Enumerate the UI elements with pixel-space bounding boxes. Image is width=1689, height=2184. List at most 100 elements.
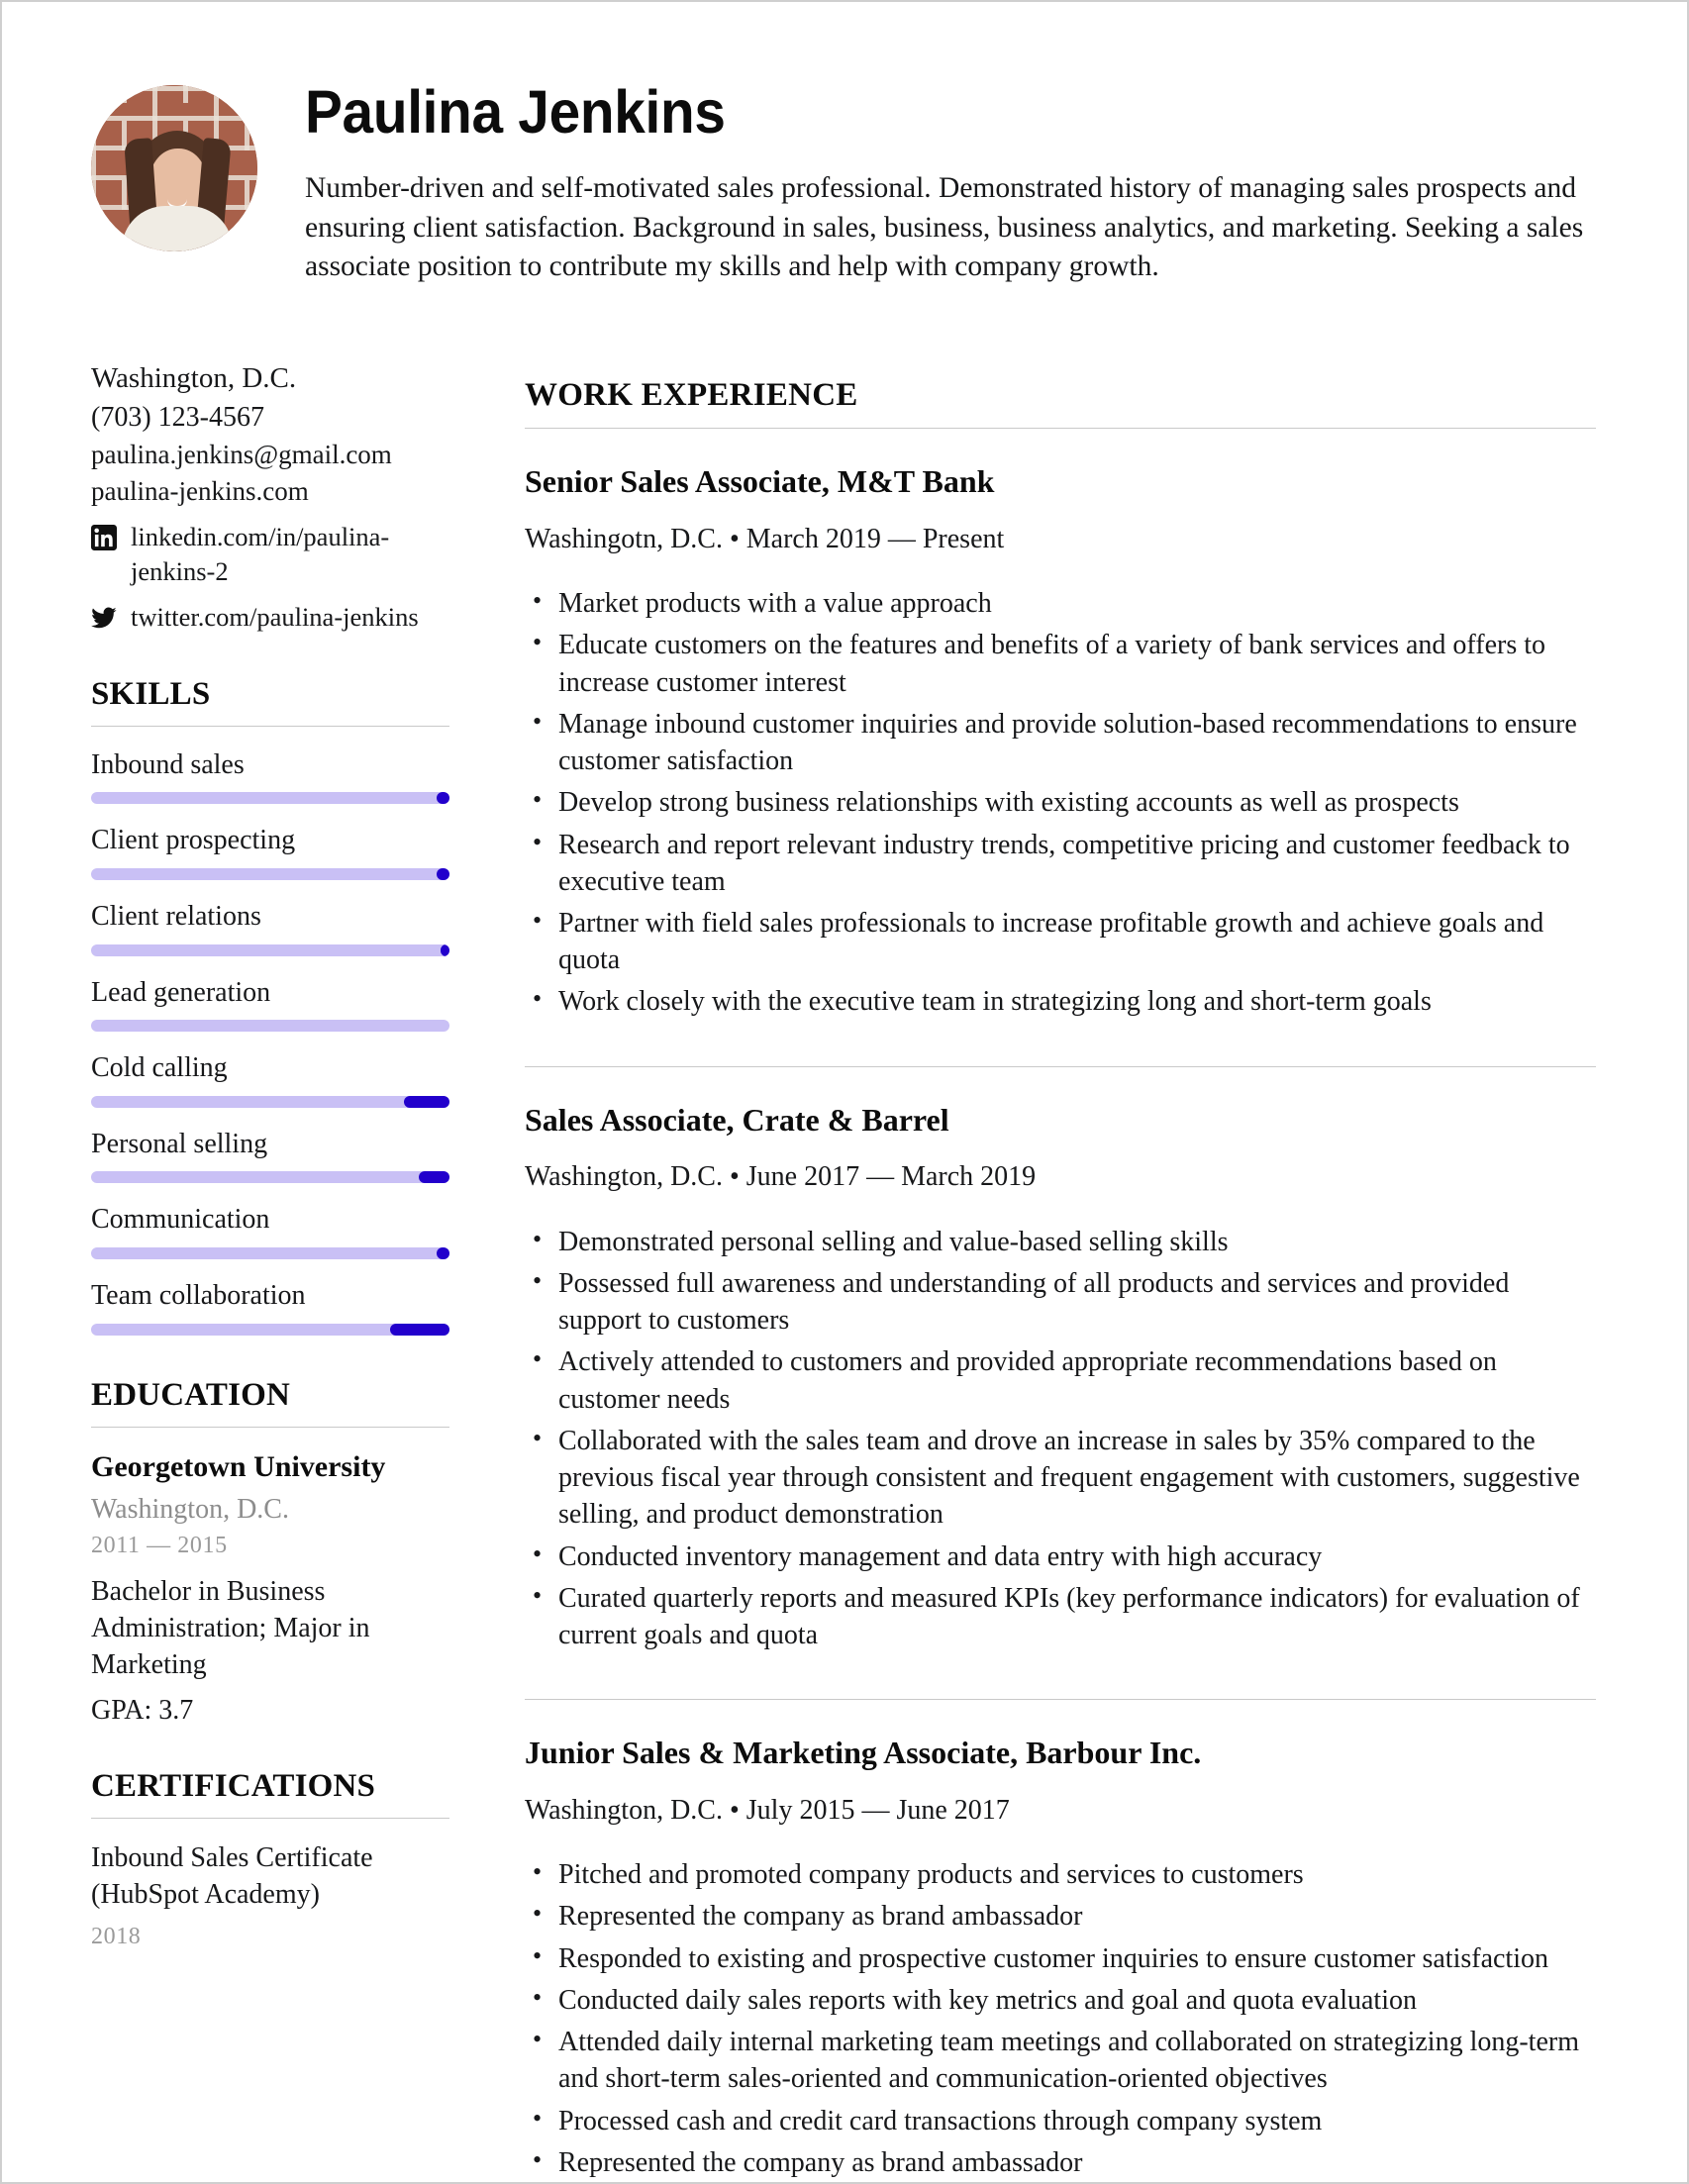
job-title: Sales Associate, Crate & Barrel <box>525 1101 949 1138</box>
job-meta: Washington, D.C. • July 2015 — June 2017 <box>525 1794 1010 1826</box>
job-bullet: Pitched and promoted company products an… <box>525 1855 1596 1893</box>
profile-summary: Number-driven and self-motivated sales p… <box>305 172 1584 282</box>
skills-divider <box>91 725 449 727</box>
skill-item: Client relations <box>91 900 449 956</box>
skill-bar-track <box>91 1171 449 1184</box>
skill-label: Client prospecting <box>91 825 296 856</box>
skill-bar-indicator <box>440 943 449 956</box>
job-entry: Sales Associate, Crate & Barrel Washingto… <box>525 1067 1596 1654</box>
work-section-title: WORK EXPERIENCE <box>525 377 858 414</box>
skill-bar-indicator <box>436 868 449 881</box>
job-title: Junior Sales & Marketing Associate, Barb… <box>525 1735 1202 1771</box>
job-bullet: Collaborated with the sales team and dro… <box>525 1422 1596 1534</box>
job-bullet-list: Demonstrated personal selling and value-… <box>525 1223 1596 1654</box>
skill-bar-track <box>91 792 449 805</box>
resume-body: Washington, D.C. (703) 123-4567 paulina.… <box>91 359 1596 2182</box>
skill-item: Inbound sales <box>91 748 449 805</box>
skill-label: Cold calling <box>91 1052 228 1084</box>
main-content: WORK EXPERIENCE Senior Sales Associate, … <box>525 359 1596 2182</box>
job-bullet: Manage inbound customer inquiries and pr… <box>525 705 1596 779</box>
skill-bar-indicator <box>418 1171 449 1184</box>
job-bullet: Partner with field sales professionals t… <box>525 904 1596 978</box>
social-link-linkedin[interactable]: linkedin.com/in/paulina-jenkins-2 <box>91 520 449 589</box>
job-bullet: Represented the company as brand ambassa… <box>525 1897 1596 1935</box>
social-link-twitter-label: twitter.com/paulina-jenkins <box>131 601 419 632</box>
job-bullet: Conducted inventory management and data … <box>525 1538 1596 1575</box>
skill-label: Team collaboration <box>91 1280 306 1312</box>
skill-label: Lead generation <box>91 976 271 1008</box>
skill-bar-track <box>91 1020 449 1033</box>
skill-label: Client relations <box>91 901 261 933</box>
contact-block: Washington, D.C. (703) 123-4567 paulina.… <box>91 359 449 635</box>
social-link-linkedin-label: linkedin.com/in/paulina-jenkins-2 <box>131 522 390 587</box>
skill-label: Personal selling <box>91 1128 268 1159</box>
skills-section-title: SKILLS <box>91 675 211 712</box>
work-experience-list: Senior Sales Associate, M&T Bank Washingo… <box>525 429 1596 2181</box>
certification-name: Inbound Sales Certificate (HubSpot Acade… <box>91 1842 373 1911</box>
contact-email[interactable]: paulina.jenkins@gmail.com <box>91 437 449 473</box>
job-title: Senior Sales Associate, M&T Bank <box>525 463 995 500</box>
certification-year: 2018 <box>91 1924 142 1950</box>
resume-page: Paulina Jenkins Number-driven and self-m… <box>0 0 1689 2184</box>
skill-bar-track <box>91 943 449 956</box>
contact-website[interactable]: paulina-jenkins.com <box>91 473 449 510</box>
skill-item: Client prospecting <box>91 824 449 881</box>
education-years: 2011 — 2015 <box>91 1533 228 1559</box>
contact-phone[interactable]: (703) 123-4567 <box>91 399 449 437</box>
job-bullet: Actively attended to customers and provi… <box>525 1342 1596 1417</box>
avatar <box>91 85 257 251</box>
job-bullet: Work closely with the executive team in … <box>525 982 1596 1020</box>
job-bullet: Attended daily internal marketing team m… <box>525 2023 1596 2097</box>
skill-bar-indicator <box>389 1323 449 1336</box>
skill-bar-track <box>91 868 449 881</box>
education-school: Georgetown University <box>91 1449 386 1483</box>
header-text: Paulina Jenkins Number-driven and self-m… <box>305 79 1596 286</box>
skill-item: Team collaboration <box>91 1279 449 1336</box>
skill-label: Communication <box>91 1204 270 1236</box>
skill-item: Cold calling <box>91 1051 449 1108</box>
education-divider <box>91 1426 449 1428</box>
job-bullet: Research and report relevant industry tr… <box>525 826 1596 900</box>
skill-bar-indicator <box>436 792 449 805</box>
skill-item: Personal selling <box>91 1128 449 1184</box>
job-meta: Washington, D.C. • June 2017 — March 201… <box>525 1161 1037 1193</box>
avatar-portrait <box>103 113 251 251</box>
contact-location: Washington, D.C. <box>91 362 297 395</box>
job-bullet: Represented the company as brand ambassa… <box>525 2143 1596 2181</box>
skill-bar-track <box>91 1323 449 1336</box>
skill-label: Inbound sales <box>91 748 245 780</box>
job-entry: Senior Sales Associate, M&T Bank Washingo… <box>525 429 1596 1021</box>
linkedin-icon <box>91 525 117 551</box>
education-gpa: GPA: 3.7 <box>91 1694 194 1726</box>
job-bullet-list: Market products with a value approach Edu… <box>525 584 1596 1021</box>
education-degree: Bachelor in Business Administration; Maj… <box>91 1576 370 1680</box>
skill-item: Lead generation <box>91 976 449 1033</box>
skills-list: Inbound sales Client prospecting Client re… <box>91 748 449 1336</box>
job-bullet: Demonstrated personal selling and value-… <box>525 1223 1596 1260</box>
skill-bar-track <box>91 1095 449 1108</box>
sidebar: Washington, D.C. (703) 123-4567 paulina.… <box>91 359 449 1950</box>
job-bullet: Responded to existing and prospective cu… <box>525 1939 1596 1977</box>
resume-header: Paulina Jenkins Number-driven and self-m… <box>91 79 1596 286</box>
job-bullet: Conducted daily sales reports with key m… <box>525 1981 1596 2019</box>
education-section-title: EDUCATION <box>91 1376 291 1413</box>
resume-sheet: Paulina Jenkins Number-driven and self-m… <box>2 2 1687 2182</box>
job-entry: Junior Sales & Marketing Associate, Barb… <box>525 1700 1596 2181</box>
job-meta: Washingotn, D.C. • March 2019 — Present <box>525 523 1005 554</box>
page-title: Paulina Jenkins <box>305 78 726 146</box>
job-bullet: Curated quarterly reports and measured K… <box>525 1579 1596 1653</box>
skill-bar-indicator <box>404 1095 449 1108</box>
education-location: Washington, D.C. <box>91 1493 289 1525</box>
certifications-section-title: CERTIFICATIONS <box>91 1768 376 1805</box>
job-bullet-list: Pitched and promoted company products an… <box>525 1855 1596 2181</box>
job-bullet: Possessed full awareness and understandi… <box>525 1264 1596 1339</box>
job-bullet: Develop strong business relationships wi… <box>525 783 1596 821</box>
job-bullet: Processed cash and credit card transacti… <box>525 2102 1596 2139</box>
social-link-twitter[interactable]: twitter.com/paulina-jenkins <box>91 600 449 635</box>
certifications-divider <box>91 1818 449 1820</box>
certification-entry: Inbound Sales Certificate (HubSpot Acade… <box>91 1840 449 1950</box>
job-bullet: Market products with a value approach <box>525 584 1596 622</box>
skill-bar-track <box>91 1247 449 1260</box>
job-bullet: Educate customers on the features and be… <box>525 626 1596 700</box>
skill-bar-indicator <box>436 1247 449 1260</box>
